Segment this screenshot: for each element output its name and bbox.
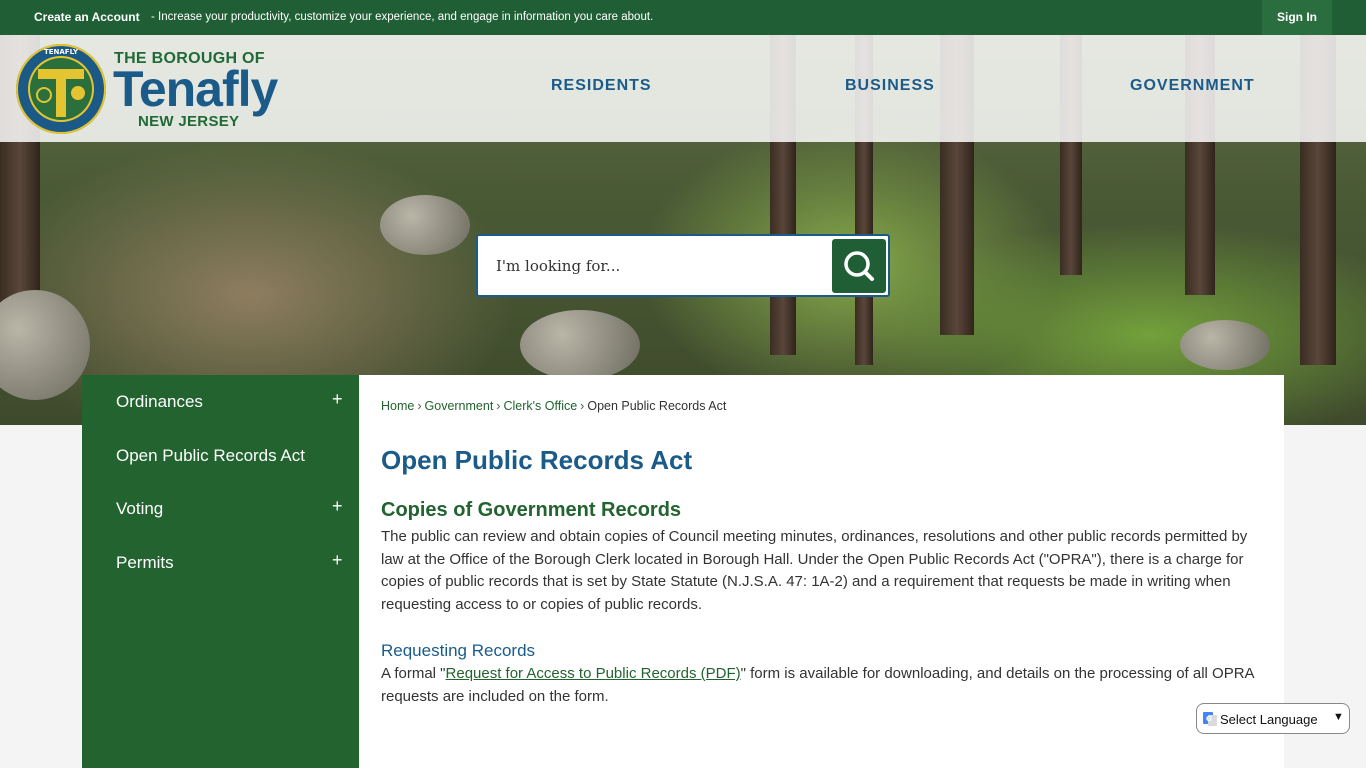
breadcrumb-home[interactable]: Home [381,399,414,413]
expand-plus-icon[interactable]: + [332,550,343,571]
main-content: Home › Government › Clerk's Office › Open Publ… [359,375,1284,768]
expand-plus-icon[interactable]: + [332,389,343,410]
account-tagline: - Increase your productivity, customize … [151,11,654,23]
section-text-requesting: A formal "Request for Access to Public R… [381,663,1256,708]
language-select-label: Select Language [1220,712,1318,727]
breadcrumb-separator: › [496,399,501,413]
chevron-down-icon: ▼ [1333,711,1344,723]
borough-seal-logo[interactable]: TENAFLY [15,43,107,135]
nav-residents[interactable]: RESIDENTS [551,77,652,95]
section-heading-copies: Copies of Government Records [381,499,682,521]
sidebar-item-ordinances[interactable]: Ordinances + [82,375,359,429]
search-icon [844,251,874,281]
request-text-prefix: A formal " [381,665,446,682]
brand-name[interactable]: Tenafly [113,63,278,115]
top-bar: Create an Account - Increase your produc… [0,0,1366,35]
expand-plus-icon[interactable]: + [332,496,343,517]
language-select[interactable]: G Select Language ▼ [1196,703,1350,734]
sidebar-item-label: Voting [116,499,164,518]
request-form-pdf-link[interactable]: Request for Access to Public Records (PD… [446,665,741,682]
google-translate-icon: G [1203,712,1217,726]
create-account-link[interactable]: Create an Account [34,10,140,24]
page-title: Open Public Records Act [381,445,693,475]
breadcrumb: Home › Government › Clerk's Office › Open Publ… [381,399,726,413]
sidebar-item-label: Open Public Records Act [116,446,305,465]
section-text-copies: The public can review and obtain copies … [381,528,1248,613]
sidebar-item-label: Ordinances [116,392,203,411]
sidebar-item-opra[interactable]: Open Public Records Act [82,429,359,483]
nav-business[interactable]: BUSINESS [845,77,935,95]
svg-text:G: G [1206,715,1212,723]
nav-government[interactable]: GOVERNMENT [1130,77,1255,95]
section-heading-requesting: Requesting Records [381,641,536,660]
breadcrumb-current: Open Public Records Act [587,399,727,413]
breadcrumb-clerks-office[interactable]: Clerk's Office [503,399,577,413]
svg-text:TENAFLY: TENAFLY [44,48,79,56]
sidebar-item-voting[interactable]: Voting + [82,482,359,536]
breadcrumb-government[interactable]: Government [425,399,494,413]
search-button[interactable] [832,239,886,293]
sign-in-button[interactable]: Sign In [1262,0,1332,35]
breadcrumb-separator: › [580,399,585,413]
brand-line-3: NEW JERSEY [138,113,240,130]
sidebar-nav: Ordinances + Open Public Records Act Vot… [82,375,359,768]
sidebar-item-permits[interactable]: Permits + [82,536,359,590]
search-input[interactable] [496,254,816,278]
breadcrumb-separator: › [417,399,422,413]
sidebar-item-label: Permits [116,553,174,572]
site-search [476,234,890,297]
